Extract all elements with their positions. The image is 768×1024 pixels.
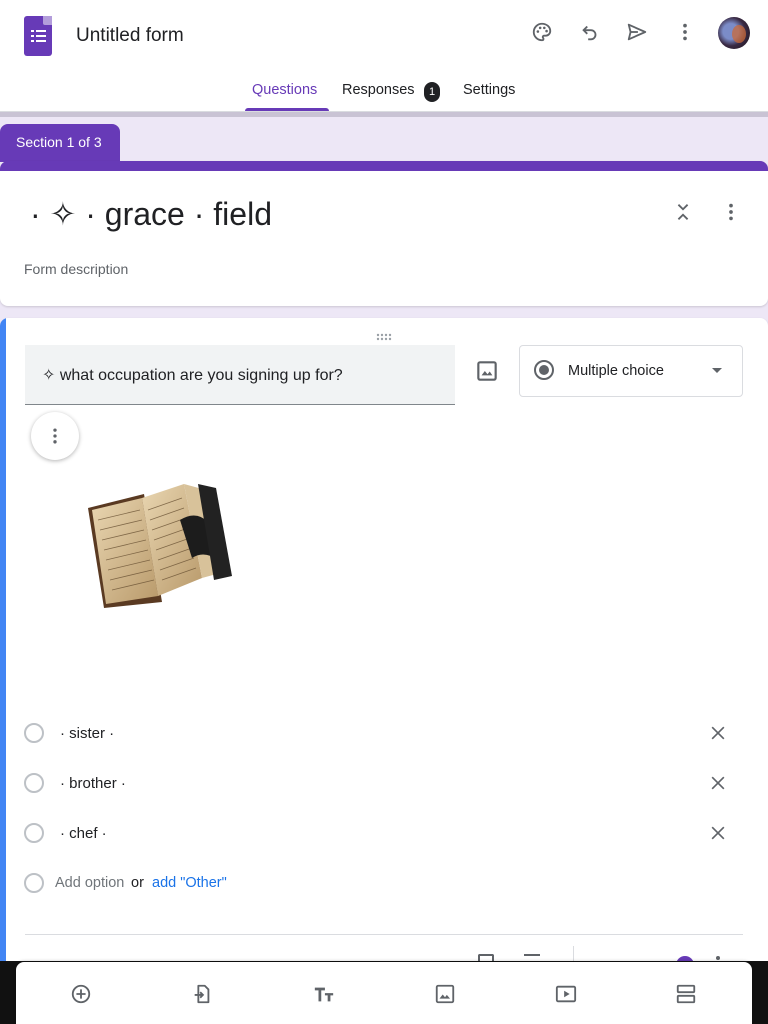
list-item: · chef · xyxy=(24,821,744,845)
add-other-link[interactable]: add "Other" xyxy=(152,875,227,891)
chevron-down-icon xyxy=(712,368,722,373)
image-options-button[interactable] xyxy=(31,412,79,460)
radio-button-icon xyxy=(24,723,44,743)
add-option-button[interactable]: Add option xyxy=(55,875,124,891)
or-label: or xyxy=(131,875,144,891)
import-questions-icon[interactable] xyxy=(191,983,213,1005)
tab-questions[interactable]: Questions xyxy=(252,82,317,98)
add-question-icon[interactable] xyxy=(70,983,92,1005)
section-more-icon[interactable] xyxy=(720,201,742,223)
form-title[interactable]: Untitled form xyxy=(76,25,184,47)
radio-button-icon xyxy=(24,773,44,793)
list-item: · sister · xyxy=(24,721,744,745)
radio-button-icon xyxy=(24,823,44,843)
radio-button-icon xyxy=(534,360,554,380)
question-title-input[interactable]: ✧ what occupation are you signing up for… xyxy=(25,345,455,405)
palette-icon[interactable] xyxy=(528,18,556,46)
section-title[interactable]: · ✧ · grace · field xyxy=(30,195,272,233)
add-image-icon[interactable] xyxy=(434,983,456,1005)
form-tabs: Questions Responses 1 Settings xyxy=(0,74,768,112)
add-title-icon[interactable] xyxy=(313,983,335,1005)
avatar[interactable] xyxy=(718,17,750,49)
divider xyxy=(25,934,743,935)
list-item: · brother · xyxy=(24,771,744,795)
drag-handle-icon[interactable] xyxy=(376,328,392,341)
add-video-icon[interactable] xyxy=(554,983,577,1005)
responses-count-badge: 1 xyxy=(424,82,440,102)
tab-responses[interactable]: Responses xyxy=(342,82,415,98)
forms-logo-icon[interactable] xyxy=(24,16,52,56)
option-label[interactable]: · sister · xyxy=(60,725,114,742)
undo-icon[interactable] xyxy=(576,18,604,46)
close-icon[interactable] xyxy=(708,823,728,843)
close-icon[interactable] xyxy=(708,773,728,793)
section-indicator: Section 1 of 3 xyxy=(0,124,120,162)
bottom-toolbar xyxy=(16,962,752,1024)
option-label[interactable]: · chef · xyxy=(60,825,107,842)
question-image[interactable] xyxy=(84,480,234,608)
add-option-row: Add option or add "Other" xyxy=(24,871,744,895)
collapse-section-icon[interactable] xyxy=(672,201,694,223)
option-label[interactable]: · brother · xyxy=(60,775,126,792)
form-header-card[interactable]: · ✧ · grace · field Form description xyxy=(0,161,768,306)
add-image-icon[interactable] xyxy=(474,358,500,384)
active-tab-indicator xyxy=(245,108,329,111)
form-description-field[interactable]: Form description xyxy=(24,261,128,277)
more-vert-icon[interactable] xyxy=(671,18,699,46)
more-vert-icon[interactable] xyxy=(716,956,720,960)
top-bar-shadow xyxy=(0,112,768,117)
question-card[interactable]: ✧ what occupation are you signing up for… xyxy=(0,318,768,978)
send-icon[interactable] xyxy=(623,18,651,46)
add-section-icon[interactable] xyxy=(675,983,697,1005)
radio-button-icon xyxy=(24,873,44,893)
top-bar: Untitled form Questions Responses 1 Sett… xyxy=(0,0,768,112)
close-icon[interactable] xyxy=(708,723,728,743)
question-type-label: Multiple choice xyxy=(568,363,664,379)
question-type-dropdown[interactable]: Multiple choice xyxy=(519,345,743,397)
active-question-indicator xyxy=(0,318,6,978)
tab-settings[interactable]: Settings xyxy=(463,82,515,98)
